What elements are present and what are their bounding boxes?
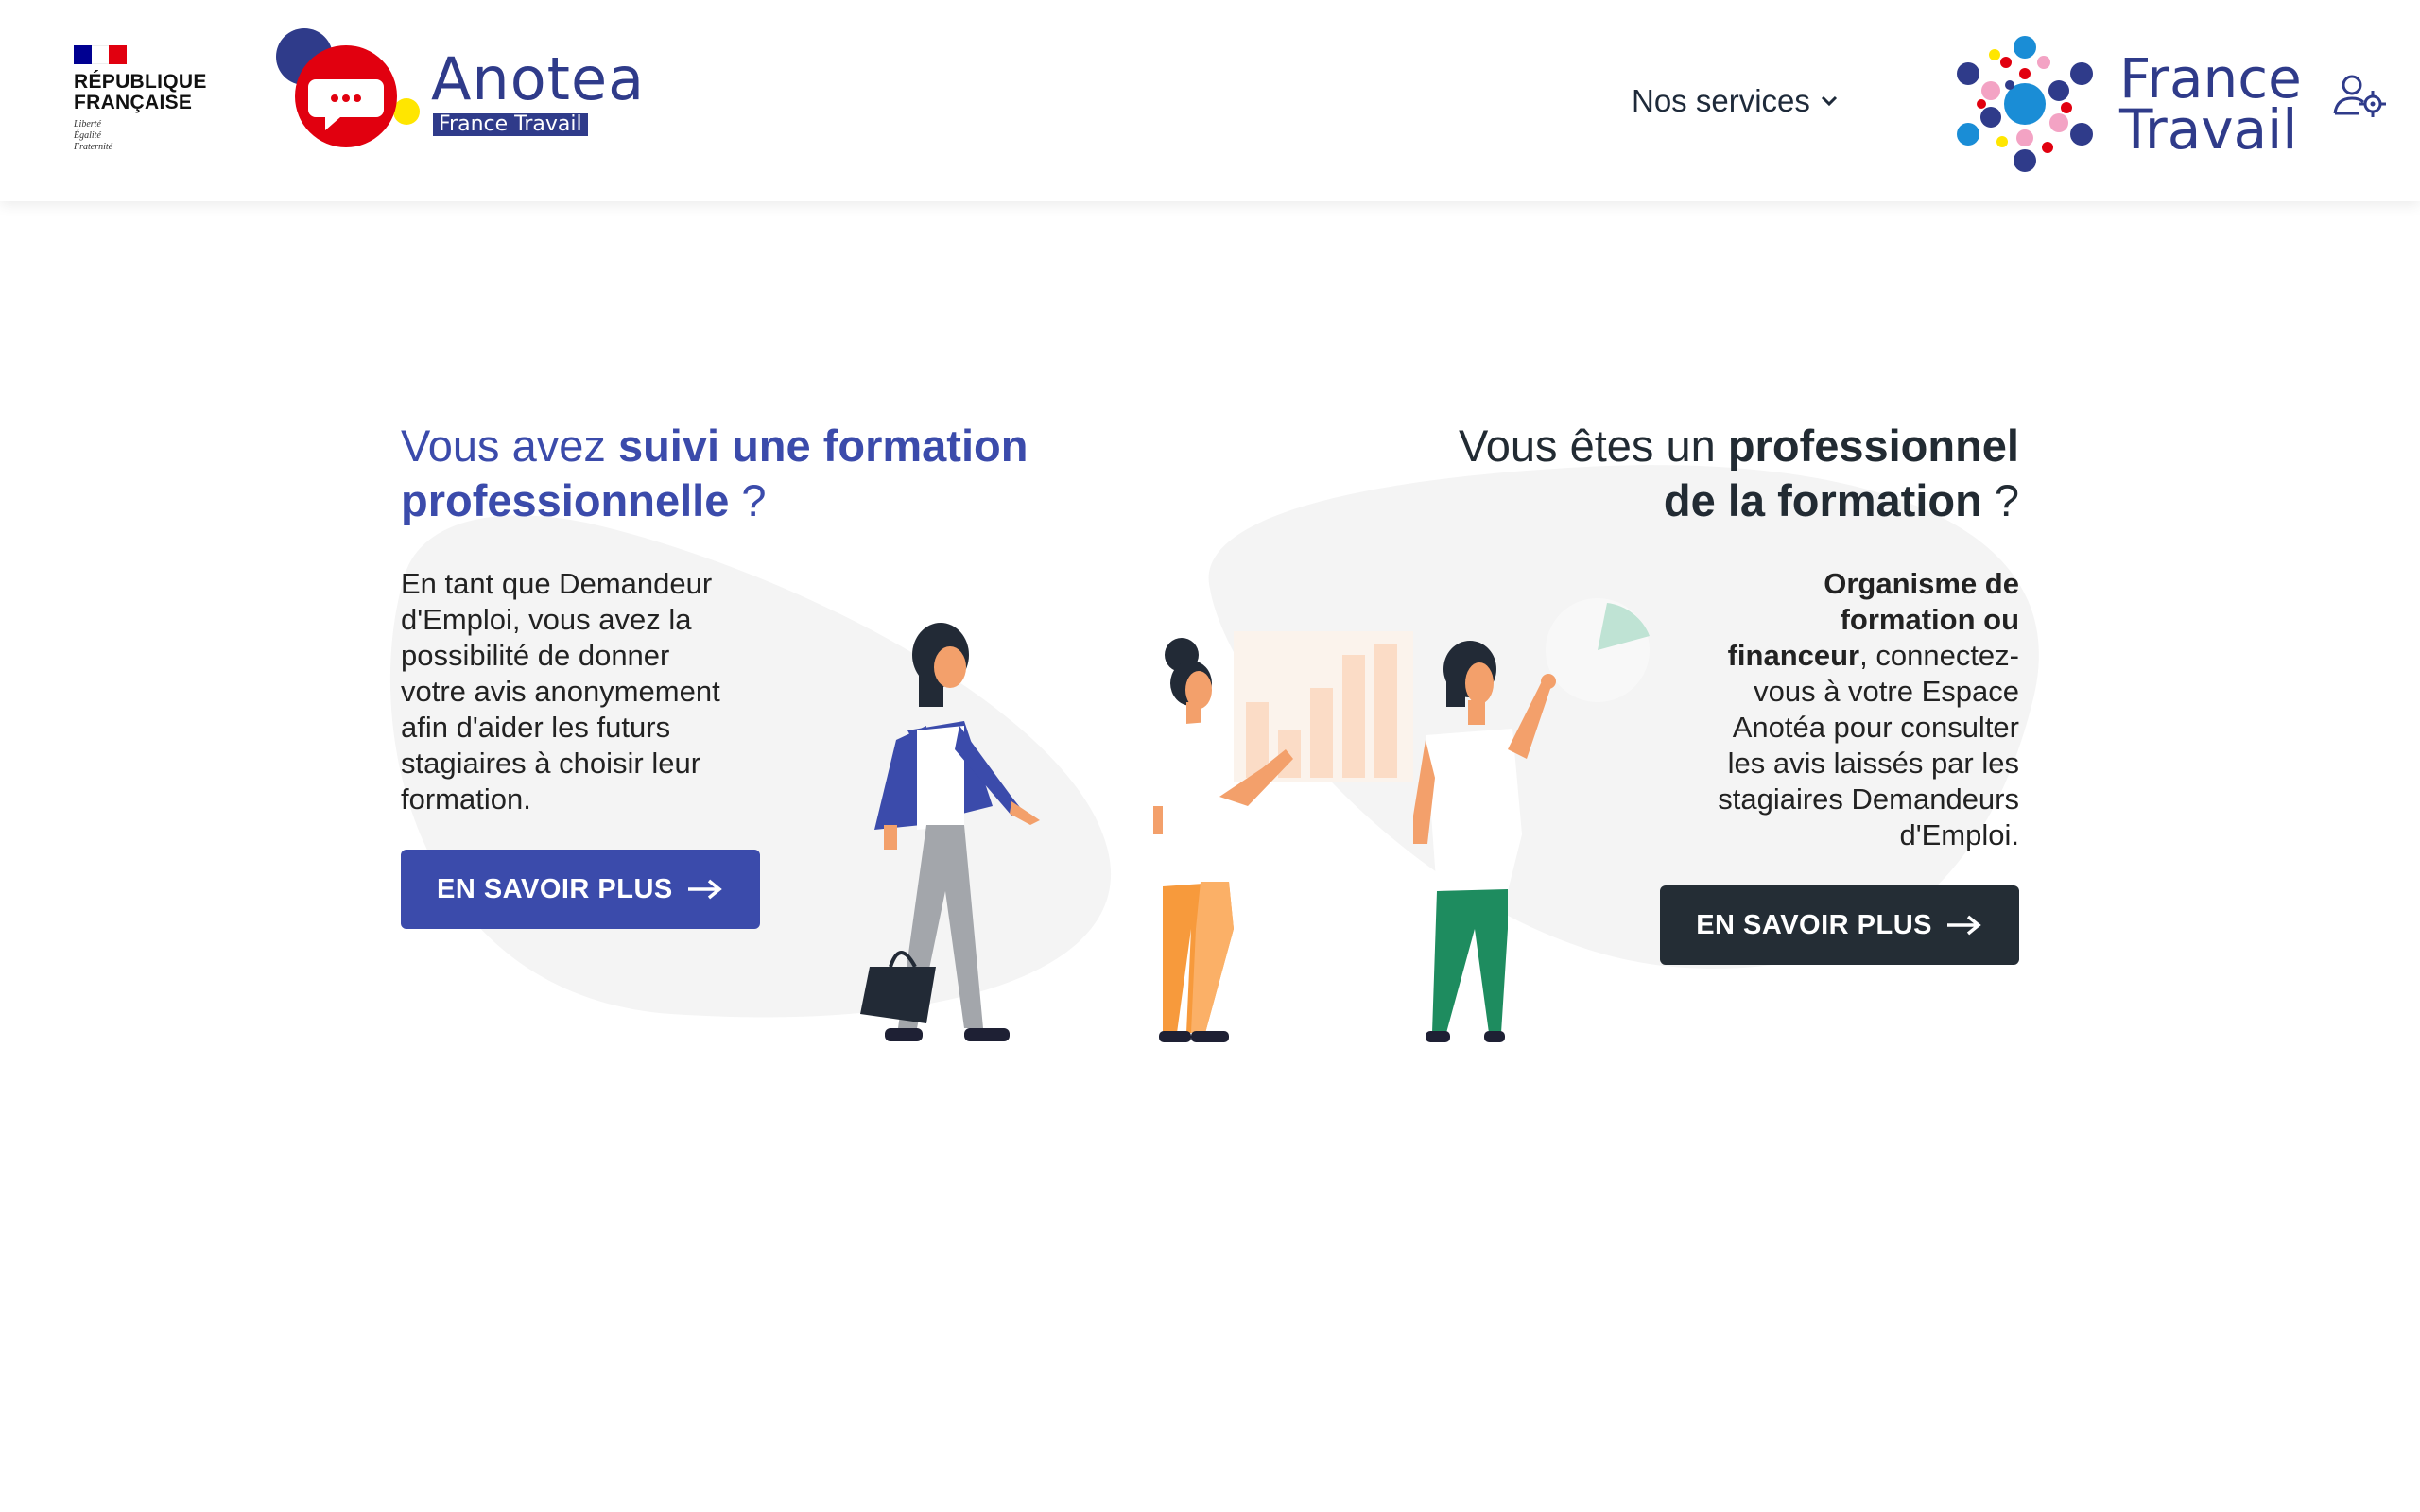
professionnel-section: Vous êtes un professionnel de la formati…	[1418, 419, 2019, 965]
stagiaire-en-savoir-plus-button[interactable]: EN SAVOIR PLUS	[401, 850, 760, 929]
france-travail-dots-icon	[1957, 36, 2093, 172]
stagiaire-section: Vous avez suivi une formation profession…	[401, 419, 1044, 929]
speech-bubble-icon	[276, 28, 420, 147]
professionnel-heading-suffix: ?	[1981, 475, 2019, 525]
anotea-name: Anotea	[431, 44, 646, 113]
stagiaire-heading: Vous avez suivi une formation profession…	[401, 419, 1044, 528]
site-header: RÉPUBLIQUE FRANÇAISE Liberté Égalité Fra…	[0, 0, 2420, 201]
anotea-tagline: France Travail	[433, 113, 588, 136]
stagiaire-heading-prefix: Vous avez	[401, 421, 618, 471]
french-flag-icon	[74, 45, 128, 64]
stagiaire-heading-suffix: ?	[729, 475, 767, 525]
user-settings-icon	[2333, 75, 2386, 117]
stagiaire-button-label: EN SAVOIR PLUS	[437, 873, 673, 904]
republique-francaise-motto: Liberté Égalité Fraternité	[74, 119, 113, 152]
professionnel-en-savoir-plus-button[interactable]: EN SAVOIR PLUS	[1660, 885, 2019, 965]
anotea-logo[interactable]: Anotea France Travail	[274, 26, 644, 159]
arrow-right-icon	[1947, 915, 1981, 936]
professionnel-button-label: EN SAVOIR PLUS	[1696, 909, 1932, 940]
republique-francaise-logo[interactable]: RÉPUBLIQUE FRANÇAISE Liberté Égalité Fra…	[74, 45, 206, 154]
main-content: Vous avez suivi une formation profession…	[0, 201, 2420, 1512]
france-travail-logo[interactable]: France Travail	[1953, 28, 2302, 180]
france-travail-name: France Travail	[2119, 46, 2302, 162]
stagiaire-description: En tant que Demandeur d'Emploi, vous ave…	[401, 567, 720, 816]
professionnel-heading: Vous êtes un professionnel de la formati…	[1418, 419, 2019, 528]
republique-francaise-title: RÉPUBLIQUE FRANÇAISE	[74, 71, 207, 113]
user-settings-button[interactable]	[2331, 72, 2386, 119]
nos-services-label: Nos services	[1632, 83, 1810, 118]
nos-services-menu[interactable]: Nos services	[1632, 83, 1839, 119]
professionnel-heading-prefix: Vous êtes un	[1459, 421, 1728, 471]
chevron-down-icon	[1821, 95, 1837, 107]
arrow-right-icon	[687, 879, 722, 900]
professionnel-description: Organisme de formation ou financeur, con…	[1707, 566, 2019, 853]
